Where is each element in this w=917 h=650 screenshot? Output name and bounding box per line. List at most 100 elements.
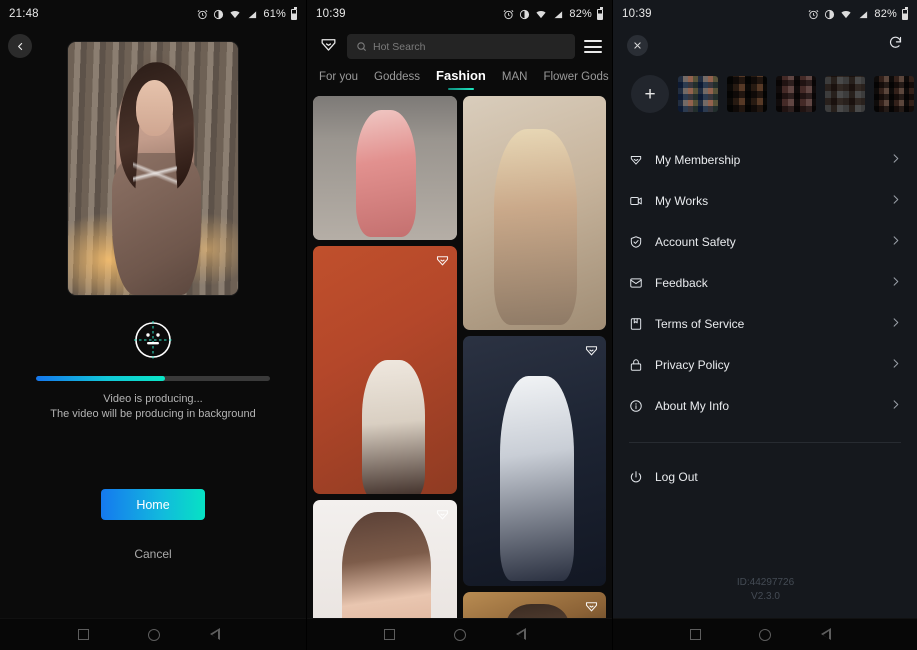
chevron-right-icon [890, 398, 901, 413]
photo-card[interactable] [463, 96, 607, 330]
three-phone-screenshots: 21:48 61% [0, 0, 917, 650]
menu-item-about-my-info[interactable]: About My Info [629, 388, 901, 423]
photo-image [313, 246, 457, 494]
panel-account-menu: 10:39 82% [612, 0, 917, 650]
menu-item-terms-of-service[interactable]: Terms of Service [629, 306, 901, 341]
menu-item-label: Privacy Policy [655, 358, 890, 372]
battery-percent: 61% [263, 8, 286, 20]
close-icon [633, 41, 642, 50]
menu-item-feedback[interactable]: Feedback [629, 265, 901, 300]
logout-section: Log Out [613, 443, 917, 494]
photo-grid-column-left [313, 96, 457, 650]
tab-man[interactable]: MAN [502, 71, 528, 90]
gem-icon[interactable] [319, 35, 338, 59]
preview-chain [133, 118, 177, 239]
photo-card[interactable] [313, 96, 457, 240]
menu-item-account-safety[interactable]: Account Safety [629, 224, 901, 259]
add-avatar-button[interactable]: + [631, 75, 669, 113]
square-icon[interactable] [690, 629, 701, 640]
progress-status-text: Video is producing... The video will be … [0, 392, 306, 422]
android-nav-bar-mid [307, 618, 612, 650]
progress-line-2: The video will be producing in backgroun… [0, 407, 306, 422]
battery-percent: 82% [569, 8, 592, 20]
square-icon[interactable] [384, 629, 395, 640]
info-icon [629, 399, 655, 413]
panel-video-producing: 21:48 61% [0, 0, 306, 650]
tab-for-you[interactable]: For you [319, 71, 358, 90]
avatar-carousel[interactable]: + [613, 62, 917, 120]
circle-icon[interactable] [148, 629, 160, 641]
chevron-right-icon [890, 235, 901, 246]
chevron-right-icon [890, 153, 901, 164]
menu-item-my-works[interactable]: My Works [629, 183, 901, 218]
progress-bar [36, 376, 270, 381]
tab-goddess[interactable]: Goddess [374, 71, 420, 90]
lock-icon [629, 358, 655, 372]
triangle-back-icon[interactable] [219, 629, 229, 641]
avatar[interactable] [776, 76, 816, 112]
avatar[interactable] [874, 76, 914, 112]
android-nav-bar-left [0, 618, 306, 650]
search-input[interactable]: Hot Search [347, 34, 575, 59]
panel-discover-feed: 10:39 82% [306, 0, 612, 650]
video-preview-thumbnail [68, 42, 238, 295]
avatar[interactable] [727, 76, 767, 112]
search-placeholder: Hot Search [373, 41, 426, 53]
status-time: 21:48 [9, 8, 39, 20]
account-menu-list: My Membership My Works Account Safety Feedb… [613, 120, 917, 429]
back-button[interactable] [8, 34, 32, 58]
signal-icon [246, 9, 258, 20]
tab-fashion[interactable]: Fashion [436, 68, 486, 90]
status-bar-mid: 10:39 82% [307, 0, 612, 28]
dnd-icon [519, 9, 530, 20]
circle-icon[interactable] [759, 629, 771, 641]
search-icon [356, 41, 367, 52]
battery-icon [291, 9, 297, 20]
chevron-right-icon [890, 152, 901, 167]
chevron-right-icon [890, 234, 901, 249]
home-button[interactable]: Home [101, 489, 205, 520]
progress-line-1: Video is producing... [0, 392, 306, 407]
photo-card[interactable] [463, 336, 607, 586]
photo-card[interactable] [313, 246, 457, 494]
power-icon [629, 470, 655, 484]
gem-badge-icon[interactable] [584, 599, 599, 619]
triangle-back-icon[interactable] [830, 629, 840, 641]
triangle-back-icon[interactable] [525, 629, 535, 641]
preview-artwork [68, 42, 238, 295]
chevron-right-icon [890, 358, 901, 369]
photo-grid [307, 90, 612, 650]
android-nav-bar-right [613, 618, 917, 650]
document-icon [629, 317, 655, 331]
mail-icon [629, 276, 655, 290]
cancel-button[interactable]: Cancel [0, 547, 306, 561]
face-scan-icon [132, 319, 174, 361]
photo-image [463, 96, 607, 330]
alarm-icon [197, 9, 208, 20]
tab-flower-gods[interactable]: Flower Gods [543, 71, 608, 90]
menu-row-spacer [629, 423, 901, 429]
signal-icon [552, 9, 564, 20]
hamburger-icon[interactable] [584, 37, 602, 57]
wifi-icon [535, 9, 547, 20]
menu-item-label: Account Safety [655, 235, 890, 249]
circle-icon[interactable] [454, 629, 466, 641]
menu-item-label: My Membership [655, 153, 890, 167]
menu-item-privacy-policy[interactable]: Privacy Policy [629, 347, 901, 382]
video-icon [629, 194, 655, 208]
gem-badge-icon[interactable] [435, 507, 450, 527]
category-tabs[interactable]: For youGoddessFashionMANFlower GodsEight… [307, 62, 612, 90]
avatar[interactable] [678, 76, 718, 112]
menu-item-label: About My Info [655, 399, 890, 413]
refresh-button[interactable] [888, 35, 903, 55]
menu-item-my-membership[interactable]: My Membership [629, 142, 901, 177]
gem-icon [629, 153, 655, 167]
status-bar-left: 21:48 61% [0, 0, 306, 28]
gem-badge-icon[interactable] [435, 253, 450, 273]
signal-icon [857, 9, 869, 20]
gem-badge-icon[interactable] [584, 343, 599, 363]
avatar[interactable] [825, 76, 865, 112]
square-icon[interactable] [78, 629, 89, 640]
menu-item-log-out[interactable]: Log Out [629, 459, 901, 494]
close-button[interactable] [627, 35, 648, 56]
